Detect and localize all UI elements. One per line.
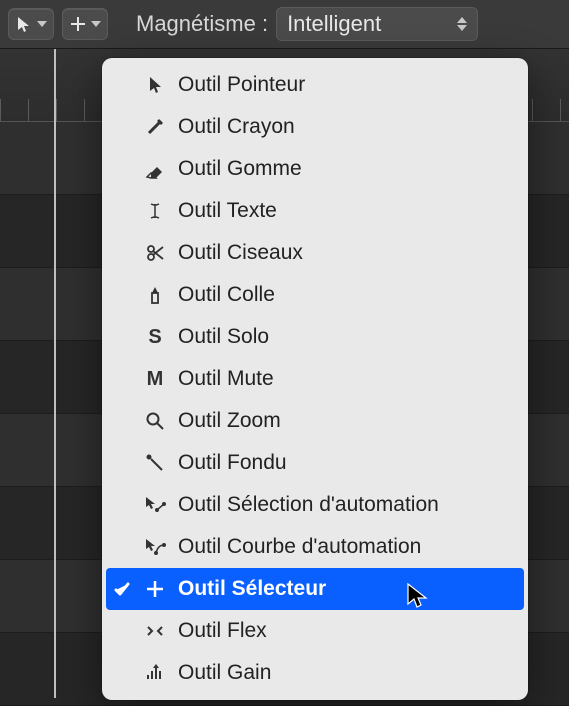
pencil-icon — [142, 117, 168, 137]
menu-item-scissors[interactable]: Outil Ciseaux — [102, 232, 528, 274]
chevron-down-icon — [91, 21, 101, 27]
menu-item-fade[interactable]: Outil Fondu — [102, 442, 528, 484]
solo-icon: S — [142, 326, 168, 349]
menu-item-label: Outil Fondu — [178, 451, 287, 475]
menu-item-label: Outil Gain — [178, 661, 271, 685]
gain-icon — [142, 663, 168, 683]
menu-item-flex[interactable]: Outil Flex — [102, 610, 528, 652]
menu-item-marquee[interactable]: Outil Sélecteur — [106, 568, 524, 610]
text-icon — [142, 201, 168, 221]
menu-item-pointer[interactable]: Outil Pointeur — [102, 64, 528, 106]
menu-item-automation-curve[interactable]: Outil Courbe d'automation — [102, 526, 528, 568]
pointer-icon — [142, 75, 168, 95]
menu-item-pencil[interactable]: Outil Crayon — [102, 106, 528, 148]
cmd-click-tool-button[interactable] — [62, 8, 108, 40]
menu-item-label: Outil Colle — [178, 283, 275, 307]
checkmark-icon — [113, 580, 131, 598]
toolbar: Magnétisme : Intelligent — [0, 0, 569, 49]
zoom-icon — [142, 411, 168, 431]
menu-item-glue[interactable]: Outil Colle — [102, 274, 528, 316]
pointer-icon — [15, 15, 33, 33]
left-click-tool-button[interactable] — [8, 8, 54, 40]
glue-icon — [142, 285, 168, 305]
snap-mode-select[interactable]: Intelligent — [276, 7, 478, 41]
fade-icon — [142, 453, 168, 473]
menu-item-label: Outil Texte — [178, 199, 277, 223]
checkmark-slot — [112, 580, 132, 598]
playhead[interactable] — [54, 49, 56, 698]
menu-item-label: Outil Sélecteur — [178, 577, 326, 601]
tool-menu-popup: Outil Pointeur Outil Crayon Outil Gomme Out… — [102, 58, 528, 700]
automation-select-icon — [142, 495, 168, 515]
eraser-icon — [142, 159, 168, 179]
menu-item-automation-select[interactable]: Outil Sélection d'automation — [102, 484, 528, 526]
menu-item-label: Outil Courbe d'automation — [178, 535, 421, 559]
menu-item-label: Outil Crayon — [178, 115, 295, 139]
snap-label: Magnétisme : — [136, 11, 268, 37]
menu-item-text[interactable]: Outil Texte — [102, 190, 528, 232]
menu-item-label: Outil Sélection d'automation — [178, 493, 439, 517]
menu-item-gain[interactable]: Outil Gain — [102, 652, 528, 694]
menu-item-label: Outil Mute — [178, 367, 274, 391]
chevron-down-icon — [37, 21, 47, 27]
marquee-icon — [142, 579, 168, 599]
automation-curve-icon — [142, 537, 168, 557]
menu-item-eraser[interactable]: Outil Gomme — [102, 148, 528, 190]
menu-item-zoom[interactable]: Outil Zoom — [102, 400, 528, 442]
menu-item-label: Outil Ciseaux — [178, 241, 303, 265]
menu-item-label: Outil Zoom — [178, 409, 281, 433]
menu-item-label: Outil Solo — [178, 325, 269, 349]
menu-item-label: Outil Flex — [178, 619, 267, 643]
menu-item-mute[interactable]: M Outil Mute — [102, 358, 528, 400]
mute-icon: M — [142, 368, 168, 391]
scissors-icon — [142, 243, 168, 263]
menu-item-solo[interactable]: S Outil Solo — [102, 316, 528, 358]
snap-mode-value: Intelligent — [287, 11, 381, 37]
flex-icon — [142, 621, 168, 641]
updown-stepper-icon — [457, 17, 467, 31]
menu-item-label: Outil Pointeur — [178, 73, 305, 97]
menu-item-label: Outil Gomme — [178, 157, 302, 181]
crosshair-icon — [69, 15, 87, 33]
